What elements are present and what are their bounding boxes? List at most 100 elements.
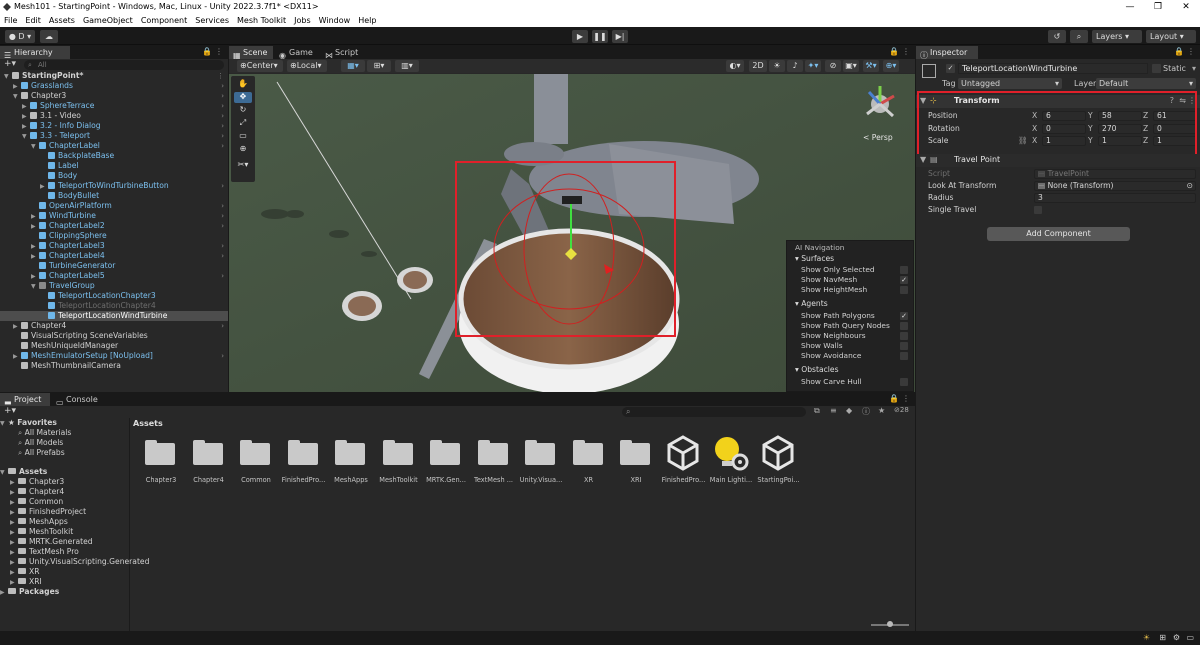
chevron-right-icon[interactable]: › — [221, 271, 224, 281]
menu-gameobject[interactable]: GameObject — [79, 14, 137, 27]
hierarchy-row[interactable]: ▼ Chapter3 › — [0, 91, 228, 101]
static-checkbox[interactable] — [1152, 64, 1161, 73]
assets-folder-item[interactable]: ▶ MeshToolkit — [0, 527, 130, 537]
hierarchy-row[interactable]: MeshUniqueIdManager — [0, 341, 228, 351]
hierarchy-row[interactable]: Body — [0, 171, 228, 181]
asset-item[interactable]: FinishedPro... — [662, 433, 706, 484]
script-field[interactable]: ▤ TravelPoint — [1034, 169, 1196, 179]
gizmos-icon[interactable]: ⊕▾ — [883, 60, 899, 72]
more-icon[interactable]: ⋮ — [1187, 47, 1195, 56]
mode-2d-button[interactable]: 2D — [749, 60, 767, 72]
hierarchy-row[interactable]: ▼ TravelGroup — [0, 281, 228, 291]
assets-folder-item[interactable]: ▶ Common — [0, 497, 130, 507]
assets-folder-item[interactable]: ▶ Unity.VisualScripting.Generated — [0, 557, 149, 567]
checkbox[interactable] — [900, 342, 908, 350]
chevron-right-icon[interactable]: › — [221, 81, 224, 91]
hierarchy-row[interactable]: ▶ SphereTerrace › — [0, 101, 228, 111]
more-icon[interactable]: ⋮ — [902, 394, 910, 403]
menu-help[interactable]: Help — [354, 14, 380, 27]
asset-item[interactable]: MeshApps — [329, 433, 373, 484]
search-icon[interactable]: ⌕ — [1070, 30, 1088, 43]
favorite-item[interactable]: ⌕ All Materials — [0, 428, 130, 438]
agents-header[interactable]: ▾ Agents — [787, 298, 913, 309]
asset-item[interactable]: Unity.Visua... — [519, 433, 563, 484]
more-icon[interactable]: ⋮ — [215, 47, 223, 56]
camera-icon[interactable]: ▣▾ — [843, 60, 859, 72]
info-icon[interactable]: ⓘ — [862, 406, 870, 417]
asset-item[interactable]: MeshToolkit — [377, 433, 421, 484]
lighting-icon[interactable]: ☀ — [769, 60, 785, 72]
hierarchy-row[interactable]: ▶ Grasslands › — [0, 81, 228, 91]
tab-inspector[interactable]: ⓘ Inspector — [916, 46, 978, 60]
hidden-packages-count[interactable]: ⊘28 — [894, 406, 909, 414]
add-component-button[interactable]: Add Component — [987, 227, 1130, 241]
chevron-right-icon[interactable]: › — [221, 181, 224, 191]
show-carve-hull-toggle[interactable]: Show Carve Hull — [787, 377, 913, 387]
tab-scene[interactable]: ▦ Scene — [229, 46, 273, 60]
show-only-selected-toggle[interactable]: Show Only Selected — [787, 265, 913, 275]
chevron-right-icon[interactable]: › — [221, 221, 224, 231]
show-path-polygons-toggle[interactable]: Show Path Polygons ✓ — [787, 311, 913, 321]
menu-mesh-toolkit[interactable]: Mesh Toolkit — [233, 14, 290, 27]
search-by-type-icon[interactable]: ⧉ — [814, 406, 820, 416]
favorite-item[interactable]: ⌕ All Prefabs — [0, 448, 130, 458]
chevron-right-icon[interactable]: › — [221, 91, 224, 101]
asset-item[interactable]: FinishedPro... — [282, 433, 326, 484]
increment-snap-icon[interactable]: ▥▾ — [395, 60, 419, 72]
assets-folder-item[interactable]: ▶ XRI — [0, 577, 130, 587]
chevron-right-icon[interactable]: › — [221, 121, 224, 131]
add-icon[interactable]: +▾ — [4, 59, 16, 69]
hierarchy-row[interactable]: ▶ Chapter4 › — [0, 321, 228, 331]
project-search-input[interactable]: ⌕ — [622, 407, 806, 417]
hierarchy-row[interactable]: BodyBullet — [0, 191, 228, 201]
layers-dropdown[interactable]: Layers ▾ — [1092, 30, 1142, 43]
rotate-tool-icon[interactable]: ↻ — [234, 105, 252, 116]
asset-item[interactable]: XR — [567, 433, 611, 484]
space-dropdown[interactable]: ⊕Local▾ — [287, 60, 327, 72]
move-tool-icon[interactable]: ✥ — [234, 92, 252, 103]
hierarchy-row[interactable]: OpenAirPlatform › — [0, 201, 228, 211]
checkbox[interactable] — [900, 286, 908, 294]
radius-field[interactable]: 3 — [1034, 193, 1196, 203]
audio-icon[interactable]: ♪ — [787, 60, 803, 72]
minimize-button[interactable]: — — [1116, 0, 1144, 14]
asset-item[interactable]: Chapter4 — [187, 433, 231, 484]
assets-folder-item[interactable]: ▶ FinishedProject — [0, 507, 130, 517]
layer-dropdown[interactable]: Default ▾ — [1096, 78, 1196, 89]
single-travel-checkbox[interactable] — [1034, 206, 1042, 214]
show-walls-toggle[interactable]: Show Walls — [787, 341, 913, 351]
account-button[interactable]: ● D ▾ — [5, 30, 35, 43]
checkbox-checked[interactable]: ✓ — [900, 312, 908, 320]
label-icon[interactable]: ◆ — [846, 406, 852, 415]
checkbox[interactable] — [900, 352, 908, 360]
assets-root[interactable]: ▼ Assets — [0, 467, 130, 477]
hierarchy-row[interactable]: MeshThumbnailCamera — [0, 361, 228, 371]
active-checkbox[interactable]: ✓ — [946, 64, 955, 73]
checkbox-checked[interactable]: ✓ — [900, 276, 908, 284]
custom-tool-icon[interactable]: ✂▾ — [234, 160, 252, 171]
hierarchy-row[interactable]: ▼ ChapterLabel › — [0, 141, 228, 151]
assets-folder-item[interactable]: ▶ MRTK.Generated — [0, 537, 130, 547]
tag-dropdown[interactable]: Untagged ▾ — [958, 78, 1062, 89]
hierarchy-row[interactable]: ▶ MeshEmulatorSetup [NoUpload] › — [0, 351, 228, 361]
hierarchy-row[interactable]: ▶ ChapterLabel2 › — [0, 221, 228, 231]
hierarchy-row[interactable]: ClippingSphere — [0, 231, 228, 241]
asset-item[interactable]: Main Lighti... — [709, 433, 753, 484]
debug-icon[interactable]: ⚙ — [1173, 633, 1180, 642]
hierarchy-row[interactable]: ▶ 3.2 - Info Dialog › — [0, 121, 228, 131]
asset-item[interactable]: XRI — [614, 433, 658, 484]
collab-icon[interactable]: ▭ — [1186, 633, 1194, 642]
more-icon[interactable]: ⋮ — [902, 47, 910, 56]
assets-folder-item[interactable]: ▶ XR — [0, 567, 130, 577]
hierarchy-search-input[interactable]: ⌕ All — [24, 60, 224, 70]
menu-component[interactable]: Component — [137, 14, 191, 27]
hierarchy-row[interactable]: ▶ WindTurbine › — [0, 211, 228, 221]
travel-point-header[interactable]: ▼ ▤ Travel Point — [916, 154, 1200, 167]
rect-tool-icon[interactable]: ▭ — [234, 131, 252, 142]
asset-item[interactable]: Chapter3 — [139, 433, 183, 484]
hierarchy-row[interactable]: ▶ ChapterLabel4 › — [0, 251, 228, 261]
hierarchy-row[interactable]: ▼ StartingPoint* ⋮ — [0, 71, 228, 81]
snap-icon[interactable]: ⊞▾ — [367, 60, 391, 72]
chevron-right-icon[interactable]: › — [221, 141, 224, 151]
draw-mode-icon[interactable]: ◐▾ — [726, 60, 744, 72]
